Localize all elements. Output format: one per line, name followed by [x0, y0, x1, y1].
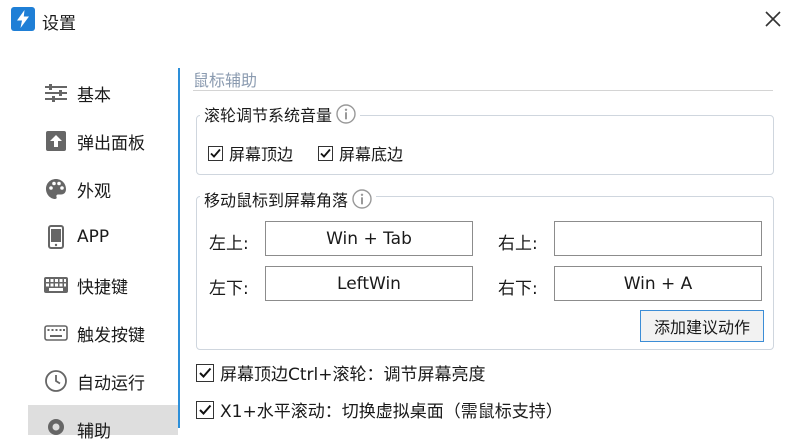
bottom-left-action-field[interactable]: LeftWin	[265, 266, 473, 301]
sidebar-item-label: 触发按键	[77, 325, 145, 346]
checkmark-icon	[210, 148, 221, 158]
info-icon[interactable]	[336, 104, 356, 124]
ctrl-wheel-brightness-option[interactable]: 屏幕顶边Ctrl+滚轮：调节屏幕亮度	[196, 360, 486, 385]
bottom-left-label: 左下:	[209, 279, 249, 299]
close-icon	[765, 11, 781, 27]
add-suggested-action-button[interactable]: 添加建议动作	[640, 310, 764, 342]
section-title: 鼠标辅助	[193, 71, 258, 90]
checkbox-label: X1+水平滚动：切换虚拟桌面（需鼠标支持）	[220, 402, 563, 422]
smartphone-icon	[44, 225, 68, 249]
sidebar-item-autorun[interactable]: 自动运行	[28, 359, 178, 403]
section-divider	[193, 90, 773, 91]
sidebar-item-assist[interactable]: 辅助	[28, 405, 178, 442]
sliders-icon	[44, 81, 68, 105]
sidebar-item-label: 辅助	[77, 422, 111, 442]
lightning-app-icon	[11, 7, 35, 31]
bottom-right-action-field[interactable]: Win + A	[554, 266, 762, 301]
sidebar-item-label: 外观	[77, 181, 111, 202]
sidebar-divider	[178, 68, 180, 428]
checkbox-label: 屏幕顶边Ctrl+滚轮：调节屏幕亮度	[220, 365, 486, 385]
checkmark-icon	[199, 404, 212, 415]
upload-arrow-icon	[44, 129, 68, 153]
top-right-action-field[interactable]	[554, 221, 762, 256]
sidebar-item-popup-panel[interactable]: 弹出面板	[28, 119, 178, 163]
top-edge-option[interactable]: 屏幕顶边	[208, 141, 293, 165]
group-title: 移动鼠标到屏幕角落	[204, 191, 349, 210]
close-button[interactable]	[758, 4, 788, 34]
sidebar-item-basic[interactable]: 基本	[28, 71, 178, 115]
checkmark-icon	[199, 367, 212, 378]
keyboard-outline-icon	[44, 321, 68, 345]
sidebar-item-trigger-keys[interactable]: 触发按键	[28, 311, 178, 355]
sidebar-item-label: 基本	[77, 85, 111, 106]
group-title: 滚轮调节系统音量	[204, 106, 333, 125]
top-right-label: 右上:	[498, 234, 538, 254]
ctrl-wheel-brightness-checkbox[interactable]	[196, 363, 214, 382]
sidebar-item-label: 快捷键	[77, 277, 128, 298]
info-icon[interactable]	[352, 189, 372, 209]
checkmark-icon	[320, 148, 331, 158]
sidebar-item-appearance[interactable]: 外观	[28, 167, 178, 211]
wheel-volume-group-legend: 滚轮调节系统音量	[200, 102, 361, 126]
hot-corners-group-legend: 移动鼠标到屏幕角落	[200, 187, 377, 211]
bottom-right-label: 右下:	[498, 279, 538, 299]
checkbox-label: 屏幕顶边	[229, 145, 294, 164]
sidebar-item-label: APP	[77, 227, 110, 247]
bottom-edge-option[interactable]: 屏幕底边	[318, 141, 403, 165]
sidebar-nav: 基本 弹出面板 外观 APP 快捷键 触发按键 自动运行 辅助	[0, 60, 180, 442]
gear-icon	[44, 415, 68, 439]
sidebar-item-label: 自动运行	[77, 373, 145, 394]
top-left-label: 左上:	[209, 234, 249, 254]
window-title: 设置	[42, 14, 76, 34]
button-label: 添加建议动作	[653, 318, 750, 337]
checkbox-label: 屏幕底边	[339, 145, 404, 164]
title-bar: 设置	[0, 0, 799, 40]
x1-horizontal-scroll-checkbox[interactable]	[196, 400, 214, 419]
top-left-action-field[interactable]: Win + Tab	[265, 221, 473, 256]
sidebar-item-hotkeys[interactable]: 快捷键	[28, 263, 178, 307]
keyboard-icon	[44, 273, 68, 297]
palette-icon	[44, 177, 68, 201]
sidebar-item-app[interactable]: APP	[28, 215, 178, 259]
bottom-edge-checkbox[interactable]	[318, 145, 333, 161]
top-edge-checkbox[interactable]	[208, 145, 223, 161]
clock-icon	[44, 369, 68, 393]
sidebar-item-label: 弹出面板	[77, 133, 145, 154]
x1-horizontal-scroll-option[interactable]: X1+水平滚动：切换虚拟桌面（需鼠标支持）	[196, 397, 563, 422]
